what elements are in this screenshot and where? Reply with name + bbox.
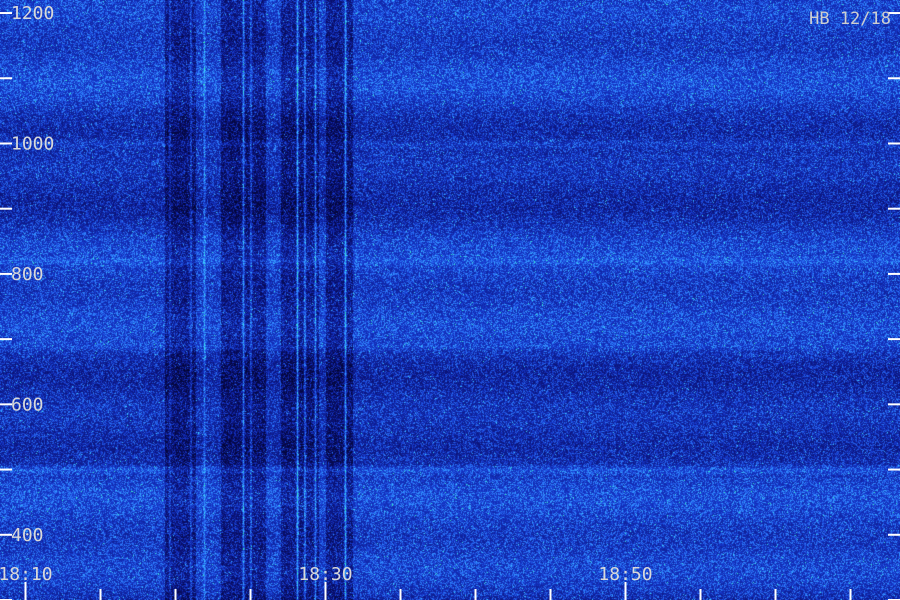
x-tick-label: 18:50 bbox=[598, 564, 652, 585]
y-axis-ticks: 400 600 800 1000 1200 bbox=[0, 3, 900, 600]
chart-title: HB 12/18 bbox=[809, 9, 891, 29]
x-axis-ticks: 18:10 18:30 18:50 bbox=[0, 564, 852, 600]
x-tick-label: 18:10 bbox=[0, 564, 53, 585]
spectrogram-chart: 18:10 18:30 18:50 400 600 800 1000 1200 HB 12/… bbox=[0, 0, 900, 600]
y-tick-label: 1200 bbox=[11, 3, 54, 24]
y-tick-label: 1000 bbox=[11, 133, 54, 154]
chart-overlay: 18:10 18:30 18:50 400 600 800 1000 1200 HB 12/… bbox=[0, 3, 900, 600]
y-tick-label: 600 bbox=[11, 394, 44, 415]
y-tick-label: 800 bbox=[11, 264, 44, 285]
y-tick-label: 400 bbox=[11, 525, 44, 546]
x-tick-label: 18:30 bbox=[298, 564, 352, 585]
